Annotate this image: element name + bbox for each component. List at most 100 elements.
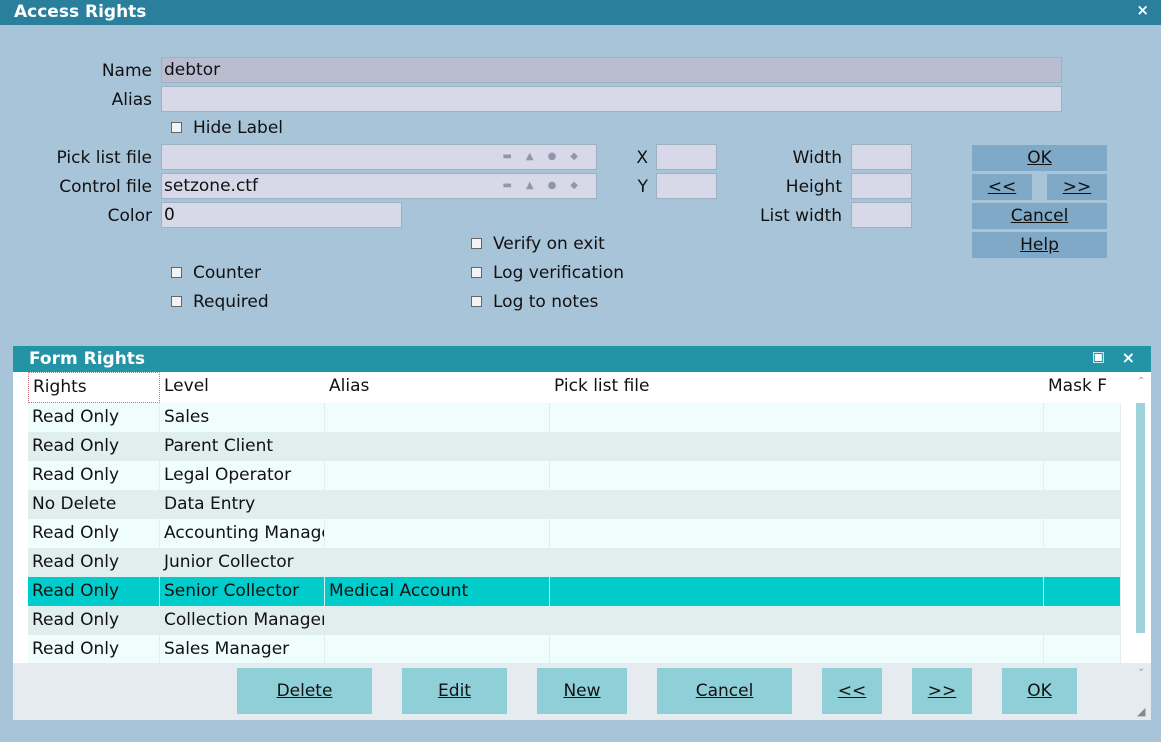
cell-rights[interactable]: Read Only — [28, 635, 160, 664]
ok-button[interactable]: OK — [972, 145, 1107, 171]
listwidth-field[interactable] — [851, 202, 912, 228]
cell-alias[interactable] — [325, 403, 550, 432]
delete-button[interactable]: Delete — [237, 668, 372, 714]
cell-alias[interactable] — [325, 548, 550, 577]
cell-rights[interactable]: Read Only — [28, 403, 160, 432]
cell-rights[interactable]: Read Only — [28, 577, 160, 606]
cell-mask[interactable] — [1044, 403, 1121, 432]
resize-grip-icon[interactable]: ◢ — [1137, 705, 1145, 718]
cell-picklist[interactable] — [550, 490, 1044, 519]
cell-alias[interactable] — [325, 432, 550, 461]
width-field[interactable] — [851, 144, 912, 170]
help-button[interactable]: Help — [972, 232, 1107, 258]
table-row[interactable]: Read Only Sales Manager — [28, 635, 1121, 664]
cell-alias[interactable]: Medical Account — [325, 577, 550, 606]
cell-rights[interactable]: Read Only — [28, 548, 160, 577]
table-row[interactable]: No Delete Data Entry — [28, 490, 1121, 519]
cell-mask[interactable] — [1044, 635, 1121, 664]
cell-level[interactable]: Data Entry — [160, 490, 325, 519]
cell-rights[interactable]: No Delete — [28, 490, 160, 519]
close-icon[interactable]: × — [1136, 1, 1149, 19]
cell-mask[interactable] — [1044, 577, 1121, 606]
column-header-picklist[interactable]: Pick list file — [550, 372, 1044, 403]
cell-level[interactable]: Sales Manager — [160, 635, 325, 664]
bottom-cancel-button-label: Cancel — [695, 681, 754, 701]
required-checkbox[interactable] — [171, 296, 182, 307]
table-row[interactable]: Read Only Junior Collector — [28, 548, 1121, 577]
cell-level[interactable]: Legal Operator — [160, 461, 325, 490]
picklist-tool-icons[interactable]: ▬▲●◆ — [502, 145, 592, 169]
cell-mask[interactable] — [1044, 606, 1121, 635]
cell-level[interactable]: Collection Manager — [160, 606, 325, 635]
bottom-ok-button[interactable]: OK — [1002, 668, 1077, 714]
column-header-level[interactable]: Level — [160, 372, 325, 403]
verify-on-exit-checkbox[interactable] — [471, 238, 482, 249]
table-row[interactable]: Read Only Accounting Manager — [28, 519, 1121, 548]
verify-on-exit-text: Verify on exit — [493, 234, 605, 254]
picklist-field[interactable]: ▬▲●◆ — [161, 144, 597, 170]
cell-level[interactable]: Accounting Manager — [160, 519, 325, 548]
cell-alias[interactable] — [325, 519, 550, 548]
cell-mask[interactable] — [1044, 461, 1121, 490]
alias-field[interactable] — [161, 86, 1062, 112]
cell-picklist[interactable] — [550, 548, 1044, 577]
scroll-up-icon[interactable]: ⌃ — [1137, 376, 1145, 387]
cell-alias[interactable] — [325, 461, 550, 490]
cell-picklist[interactable] — [550, 635, 1044, 664]
grid-scrollbar-thumb[interactable] — [1136, 403, 1145, 633]
cell-mask[interactable] — [1044, 548, 1121, 577]
log-to-notes-checkbox[interactable] — [471, 296, 482, 307]
picklist-label: Pick list file — [56, 148, 152, 168]
color-field[interactable]: 0 — [161, 202, 402, 228]
close-panel-icon[interactable]: × — [1122, 348, 1135, 367]
x-field[interactable] — [656, 144, 717, 170]
cell-level[interactable]: Senior Collector — [160, 577, 325, 606]
prev-button-label: << — [987, 177, 1017, 197]
name-field[interactable]: debtor — [161, 57, 1062, 83]
table-row[interactable]: Read Only Parent Client — [28, 432, 1121, 461]
log-verification-checkbox[interactable] — [471, 267, 482, 278]
cell-rights[interactable]: Read Only — [28, 606, 160, 635]
height-field[interactable] — [851, 173, 912, 199]
cell-rights[interactable]: Read Only — [28, 519, 160, 548]
cell-picklist[interactable] — [550, 519, 1044, 548]
cell-picklist[interactable] — [550, 461, 1044, 490]
table-row[interactable]: Read Only Legal Operator — [28, 461, 1121, 490]
control-field[interactable]: setzone.ctf ▬▲●◆ — [161, 173, 597, 199]
table-row[interactable]: Read Only Senior Collector Medical Account — [28, 577, 1121, 606]
table-row[interactable]: Read Only Collection Manager — [28, 606, 1121, 635]
column-header-alias[interactable]: Alias — [325, 372, 550, 403]
cancel-button[interactable]: Cancel — [972, 203, 1107, 229]
counter-checkbox[interactable] — [171, 267, 182, 278]
hide-label-checkbox[interactable] — [171, 122, 182, 133]
cell-picklist[interactable] — [550, 577, 1044, 606]
cell-picklist[interactable] — [550, 403, 1044, 432]
column-header-mask[interactable]: Mask F — [1044, 372, 1121, 403]
edit-button[interactable]: Edit — [402, 668, 507, 714]
cell-alias[interactable] — [325, 490, 550, 519]
bottom-next-button[interactable]: >> — [912, 668, 972, 714]
cell-picklist[interactable] — [550, 432, 1044, 461]
new-button[interactable]: New — [537, 668, 627, 714]
cell-alias[interactable] — [325, 606, 550, 635]
cell-level[interactable]: Sales — [160, 403, 325, 432]
cell-level[interactable]: Junior Collector — [160, 548, 325, 577]
maximize-icon[interactable]: ▣ — [1092, 349, 1105, 365]
control-tool-icons[interactable]: ▬▲●◆ — [502, 174, 592, 198]
cell-rights[interactable]: Read Only — [28, 461, 160, 490]
bottom-cancel-button[interactable]: Cancel — [657, 668, 792, 714]
y-field[interactable] — [656, 173, 717, 199]
prev-button[interactable]: << — [972, 174, 1032, 200]
table-row[interactable]: Read Only Sales — [28, 403, 1121, 432]
bottom-prev-button[interactable]: << — [822, 668, 882, 714]
cell-mask[interactable] — [1044, 490, 1121, 519]
cell-picklist[interactable] — [550, 606, 1044, 635]
next-button[interactable]: >> — [1047, 174, 1107, 200]
cell-level[interactable]: Parent Client — [160, 432, 325, 461]
cell-alias[interactable] — [325, 635, 550, 664]
scroll-down-icon[interactable]: ⌄ — [1137, 663, 1145, 674]
column-header-rights[interactable]: Rights — [28, 372, 160, 403]
cell-mask[interactable] — [1044, 519, 1121, 548]
cell-mask[interactable] — [1044, 432, 1121, 461]
cell-rights[interactable]: Read Only — [28, 432, 160, 461]
